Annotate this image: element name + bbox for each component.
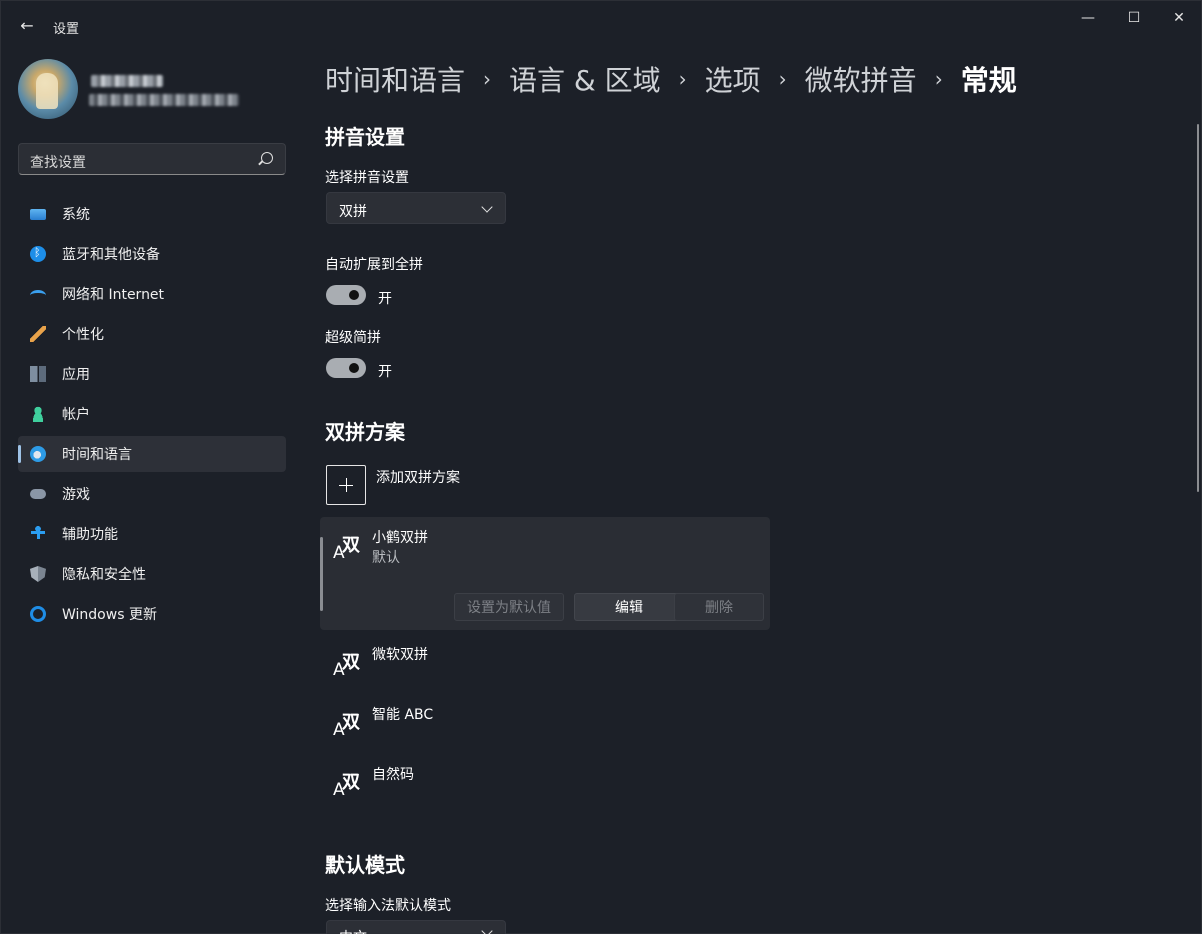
ime-shuangpin-icon: A双: [333, 772, 360, 800]
add-scheme-label[interactable]: 添加双拼方案: [376, 467, 460, 487]
search-input[interactable]: 查找设置: [30, 152, 86, 172]
close-icon: ✕: [1173, 10, 1185, 26]
super-jianpin-state: 开: [378, 364, 392, 380]
toggle-knob: [349, 363, 359, 373]
back-arrow-icon: ←: [20, 15, 34, 35]
sidebar-item-label: 网络和 Internet: [62, 287, 165, 303]
sidebar-item-label: 帐户: [62, 407, 90, 423]
toggle-knob: [349, 290, 359, 300]
sidebar-item-accounts[interactable]: 帐户: [18, 396, 286, 432]
sidebar-item-apps[interactable]: 应用: [18, 356, 286, 392]
search-box[interactable]: 查找设置: [18, 143, 286, 175]
super-jianpin-toggle[interactable]: [326, 358, 366, 378]
search-icon[interactable]: [261, 152, 273, 164]
sidebar-item-bluetooth[interactable]: 蓝牙和其他设备: [18, 236, 286, 272]
scheme-default-badge: 默认: [372, 550, 400, 566]
update-icon: [30, 606, 46, 622]
minimize-icon: —: [1081, 10, 1095, 26]
app-title: 设置: [53, 22, 80, 37]
selection-indicator: [320, 537, 323, 611]
chevron-right-icon: ›: [483, 67, 492, 91]
scrollbar[interactable]: [1197, 124, 1199, 492]
sidebar-item-label: 应用: [62, 367, 90, 383]
accessibility-icon: [30, 526, 46, 542]
default-mode-label: 选择输入法默认模式: [325, 898, 451, 914]
sidebar-item-label: 辅助功能: [62, 527, 118, 543]
edit-button[interactable]: 编辑: [574, 593, 684, 621]
sidebar-item-label: 游戏: [62, 487, 90, 503]
sidebar-item-label: 隐私和安全性: [62, 567, 146, 583]
ime-shuangpin-icon: A双: [333, 652, 360, 680]
sidebar-item-label: 个性化: [62, 327, 104, 343]
avatar[interactable]: [18, 59, 78, 119]
apps-icon: [30, 366, 46, 382]
dropdown-value: 双拼: [339, 204, 367, 220]
system-icon: [30, 209, 46, 220]
ime-shuangpin-icon: A双: [333, 535, 360, 563]
wifi-icon: [30, 290, 46, 301]
shield-icon: [30, 566, 46, 582]
scheme-item-smart-abc[interactable]: 智能 ABC: [372, 704, 433, 724]
pinyin-select-label: 选择拼音设置: [325, 170, 409, 186]
scheme-item-ziranma[interactable]: 自然码: [372, 764, 414, 784]
sidebar-item-time-language[interactable]: 时间和语言: [18, 436, 286, 472]
add-scheme-button[interactable]: [326, 465, 366, 505]
sidebar-item-accessibility[interactable]: 辅助功能: [18, 516, 286, 552]
sidebar-item-label: 时间和语言: [62, 447, 132, 463]
set-default-button[interactable]: 设置为默认值: [454, 593, 564, 621]
breadcrumb-item-time-language[interactable]: 时间和语言: [325, 59, 465, 99]
close-button[interactable]: ✕: [1156, 1, 1202, 35]
chevron-right-icon: ›: [778, 67, 787, 91]
ime-shuangpin-icon: A双: [333, 712, 360, 740]
sidebar-nav: 系统 蓝牙和其他设备 网络和 Internet 个性化 应用 帐户 时间和语言: [18, 196, 286, 636]
chevron-right-icon: ›: [678, 67, 687, 91]
breadcrumb: 时间和语言 › 语言 & 区域 › 选项 › 微软拼音 › 常规: [325, 59, 1017, 99]
back-button[interactable]: ←: [13, 11, 41, 39]
maximize-icon: ☐: [1127, 10, 1141, 26]
auto-expand-toggle[interactable]: [326, 285, 366, 305]
breadcrumb-item-ms-pinyin[interactable]: 微软拼音: [805, 59, 917, 99]
user-name-blurred: [91, 75, 163, 87]
sidebar-item-windows-update[interactable]: Windows 更新: [18, 596, 286, 632]
chevron-right-icon: ›: [934, 67, 943, 91]
sidebar-item-label: Windows 更新: [62, 607, 157, 623]
auto-expand-state: 开: [378, 291, 392, 307]
scheme-item-ms-shuangpin[interactable]: 微软双拼: [372, 644, 428, 664]
maximize-button[interactable]: ☐: [1111, 1, 1157, 35]
section-title-pinyin: 拼音设置: [325, 125, 405, 149]
sidebar-item-label: 蓝牙和其他设备: [62, 247, 160, 263]
pinyin-select-dropdown[interactable]: 双拼: [326, 192, 506, 224]
settings-window: ← 设置 — ☐ ✕ 查找设置 系统 蓝牙和其他设备 网络和 Internet …: [0, 0, 1202, 934]
title-bar: ← 设置 — ☐ ✕: [1, 1, 1201, 49]
breadcrumb-item-options[interactable]: 选项: [705, 59, 761, 99]
time-language-icon: [30, 446, 46, 462]
brush-icon: [30, 326, 46, 342]
user-email-blurred: [89, 94, 239, 106]
section-title-default-mode: 默认模式: [325, 853, 405, 877]
account-icon: [30, 406, 46, 422]
sidebar-item-network[interactable]: 网络和 Internet: [18, 276, 286, 312]
chevron-down-icon: [481, 925, 493, 934]
sidebar-item-privacy[interactable]: 隐私和安全性: [18, 556, 286, 592]
delete-button[interactable]: 删除: [674, 593, 764, 621]
super-jianpin-label: 超级简拼: [325, 330, 381, 346]
scheme-name: 小鹤双拼: [372, 530, 428, 546]
auto-expand-label: 自动扩展到全拼: [325, 257, 423, 273]
sidebar-item-system[interactable]: 系统: [18, 196, 286, 232]
page-title: 常规: [960, 64, 1017, 97]
sidebar-item-gaming[interactable]: 游戏: [18, 476, 286, 512]
default-mode-dropdown[interactable]: 中文: [326, 920, 506, 934]
section-title-shuangpin: 双拼方案: [325, 420, 405, 444]
minimize-button[interactable]: —: [1065, 1, 1111, 35]
sidebar-item-personalization[interactable]: 个性化: [18, 316, 286, 352]
sidebar-item-label: 系统: [62, 207, 90, 223]
chevron-down-icon: [481, 201, 493, 213]
breadcrumb-item-language-region[interactable]: 语言 & 区域: [509, 59, 661, 99]
bluetooth-icon: [30, 246, 46, 262]
dropdown-value: 中文: [339, 927, 367, 934]
gamepad-icon: [30, 489, 46, 499]
